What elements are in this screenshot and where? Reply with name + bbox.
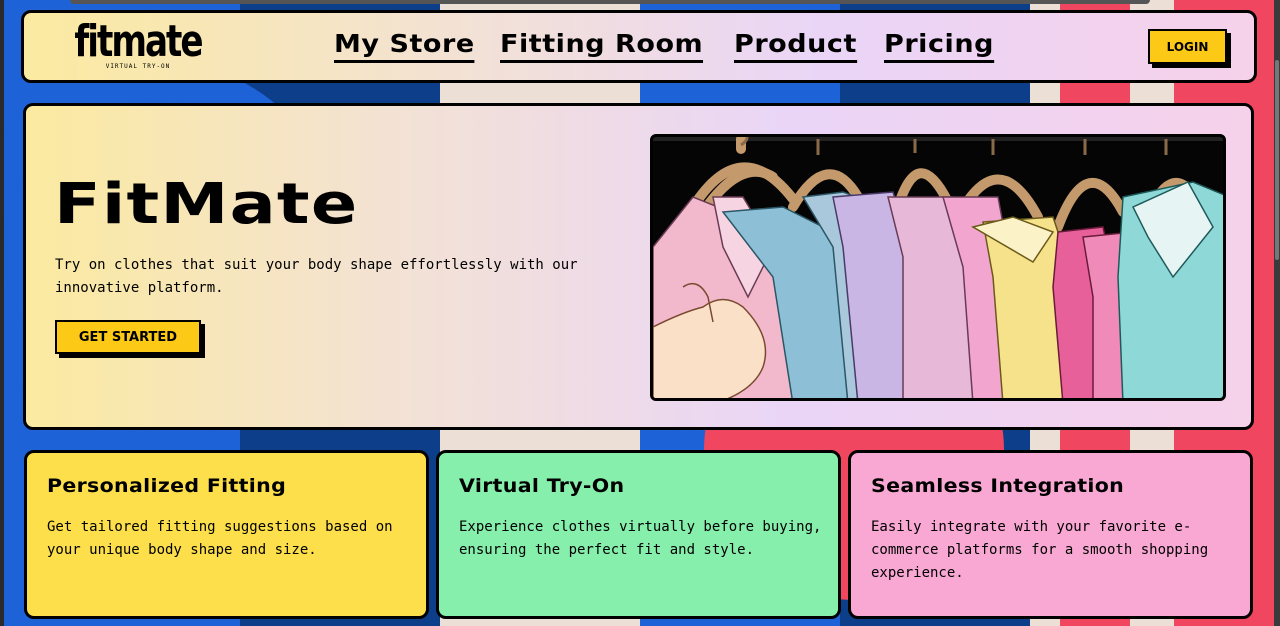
feature-card-personalized-fitting: Personalized Fitting Get tailored fittin… <box>24 450 429 619</box>
top-navbar: fitmate VIRTUAL TRY-ON My Store Fitting … <box>21 10 1257 83</box>
feature-title: Virtual Try-On <box>459 475 625 497</box>
feature-title: Seamless Integration <box>871 475 1125 497</box>
window-top-edge <box>70 0 1150 4</box>
feature-card-seamless-integration: Seamless Integration Easily integrate wi… <box>848 450 1253 619</box>
nav-link-fitting-room[interactable]: Fitting Room <box>500 29 704 63</box>
nav-link-product[interactable]: Product <box>734 29 858 63</box>
nav-links: My Store Fitting Room Product Pricing <box>334 29 995 63</box>
feature-description: Experience clothes virtually before buyi… <box>459 519 822 558</box>
scrollbar[interactable] <box>1274 0 1280 626</box>
hero-title: FitMate <box>54 172 359 237</box>
feature-title: Personalized Fitting <box>47 475 287 497</box>
scrollbar-thumb[interactable] <box>1275 60 1279 260</box>
feature-description: Get tailored fitting suggestions based o… <box>47 519 393 558</box>
nav-link-my-store[interactable]: My Store <box>334 29 475 63</box>
login-button[interactable]: LOGIN <box>1148 29 1227 64</box>
hero-section: FitMate Try on clothes that suit your bo… <box>23 103 1254 430</box>
get-started-button[interactable]: GET STARTED <box>55 320 201 354</box>
feature-description: Easily integrate with your favorite e-co… <box>871 519 1209 581</box>
fitmate-logo[interactable]: fitmate VIRTUAL TRY-ON <box>68 15 208 70</box>
feature-card-virtual-try-on: Virtual Try-On Experience clothes virtua… <box>436 450 841 619</box>
nav-link-pricing[interactable]: Pricing <box>884 29 995 63</box>
logo-wordmark: fitmate <box>74 15 203 67</box>
clothes-rack-illustration <box>653 137 1223 398</box>
clothes-rack-image <box>650 134 1226 401</box>
hero-description: Try on clothes that suit your body shape… <box>55 257 578 296</box>
